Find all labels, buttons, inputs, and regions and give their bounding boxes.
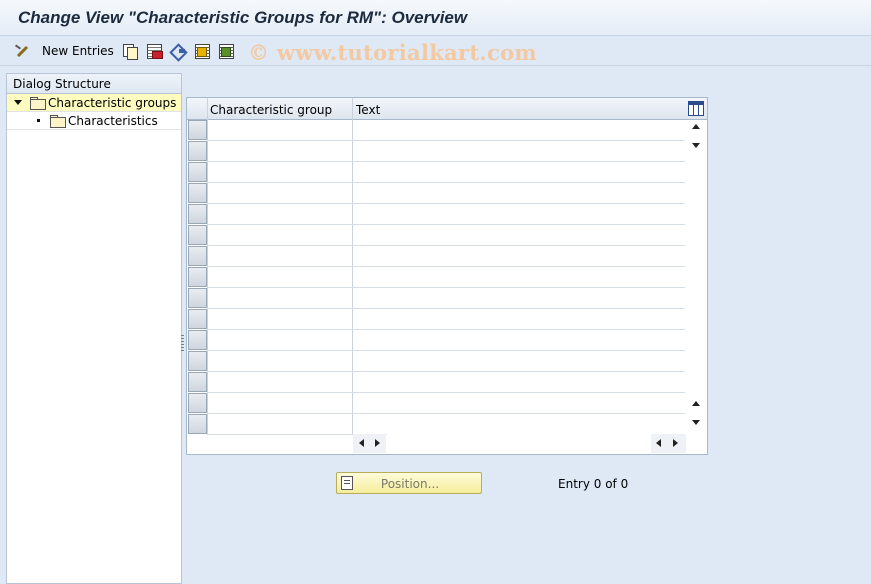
scroll-down-icon[interactable]: [692, 143, 700, 148]
row-selector-column: [188, 120, 207, 434]
table-row: [207, 287, 685, 288]
row-selector[interactable]: [188, 267, 207, 287]
row-selector[interactable]: [188, 288, 207, 308]
row-selector[interactable]: [188, 141, 207, 161]
row-selector[interactable]: [188, 162, 207, 182]
table-row: [207, 329, 685, 330]
table-row: [207, 182, 685, 183]
delete-button[interactable]: [146, 42, 163, 60]
row-selector[interactable]: [188, 414, 207, 434]
title-bar: Change View "Characteristic Groups for R…: [0, 0, 871, 36]
select-all-button[interactable]: [194, 42, 210, 60]
bullet-icon: [37, 119, 40, 122]
horizontal-scroll-track[interactable]: [387, 434, 651, 453]
dialog-structure-heading: Dialog Structure: [7, 74, 181, 94]
select-all-icon: [194, 43, 210, 59]
scroll-right-icon[interactable]: [375, 439, 380, 447]
copy-as-button[interactable]: [122, 42, 138, 60]
scroll-left-icon[interactable]: [656, 439, 661, 447]
table-row: [207, 224, 685, 225]
table-row: [207, 413, 685, 414]
horizontal-scrollbar-right[interactable]: [651, 434, 686, 453]
row-selector[interactable]: [188, 309, 207, 329]
dialog-structure-panel: Dialog Structure Characteristic groups C…: [6, 73, 182, 584]
scroll-left-icon[interactable]: [359, 439, 364, 447]
application-toolbar: New Entries © www.tutorialkart.com: [0, 36, 871, 66]
position-button[interactable]: Position...: [336, 472, 482, 494]
tree-item-label: Characteristics: [68, 114, 158, 128]
row-selector[interactable]: [188, 183, 207, 203]
table-header: Characteristic group Text: [187, 98, 707, 120]
table-row: [207, 308, 685, 309]
delete-icon: [146, 43, 163, 59]
table-row: [207, 392, 685, 393]
table-row: [207, 140, 685, 141]
tree-item-label: Characteristic groups: [48, 96, 177, 110]
table-row: [207, 350, 685, 351]
table-settings-icon[interactable]: [688, 101, 704, 116]
horizontal-scrollbar-left[interactable]: [353, 434, 386, 453]
tree-item-characteristics[interactable]: Characteristics: [7, 112, 181, 130]
row-selector[interactable]: [188, 246, 207, 266]
row-selector[interactable]: [188, 393, 207, 413]
scroll-right-icon[interactable]: [673, 439, 678, 447]
open-folder-icon: [30, 97, 46, 110]
table-row: [207, 371, 685, 372]
new-entries-label: New Entries: [42, 44, 114, 58]
table-row: [207, 245, 685, 246]
row-selector[interactable]: [188, 330, 207, 350]
entry-count: Entry 0 of 0: [558, 477, 629, 491]
folder-icon: [50, 115, 66, 128]
column-header-characteristic-group[interactable]: Characteristic group: [210, 103, 332, 117]
deselect-all-button[interactable]: [218, 42, 234, 60]
expand-arrow-icon[interactable]: [14, 100, 22, 105]
row-selector[interactable]: [188, 372, 207, 392]
scroll-up-icon[interactable]: [692, 124, 700, 129]
vertical-scrollbar[interactable]: [686, 120, 706, 433]
scroll-page-down-icon[interactable]: [692, 420, 700, 425]
row-selector[interactable]: [188, 351, 207, 371]
table-row: [207, 161, 685, 162]
panel-splitter-handle[interactable]: [181, 335, 184, 353]
row-selector[interactable]: [188, 225, 207, 245]
copy-icon: [122, 43, 138, 60]
deselect-all-icon: [218, 43, 234, 59]
undo-icon: [170, 43, 186, 59]
table-control: Characteristic group Text: [186, 97, 708, 455]
window-title: Change View "Characteristic Groups for R…: [18, 8, 468, 27]
column-header-text[interactable]: Text: [356, 103, 380, 117]
scroll-page-up-icon[interactable]: [692, 401, 700, 406]
table-row: [207, 203, 685, 204]
row-selector[interactable]: [188, 120, 207, 140]
pencil-icon: [14, 43, 30, 59]
new-entries-button[interactable]: New Entries: [14, 42, 114, 60]
watermark-text: © www.tutorialkart.com: [248, 40, 537, 65]
table-row: [207, 266, 685, 267]
tree-item-characteristic-groups[interactable]: Characteristic groups: [7, 94, 181, 112]
row-selector[interactable]: [188, 204, 207, 224]
position-button-label: Position...: [380, 477, 440, 491]
undo-change-button[interactable]: [170, 42, 186, 60]
